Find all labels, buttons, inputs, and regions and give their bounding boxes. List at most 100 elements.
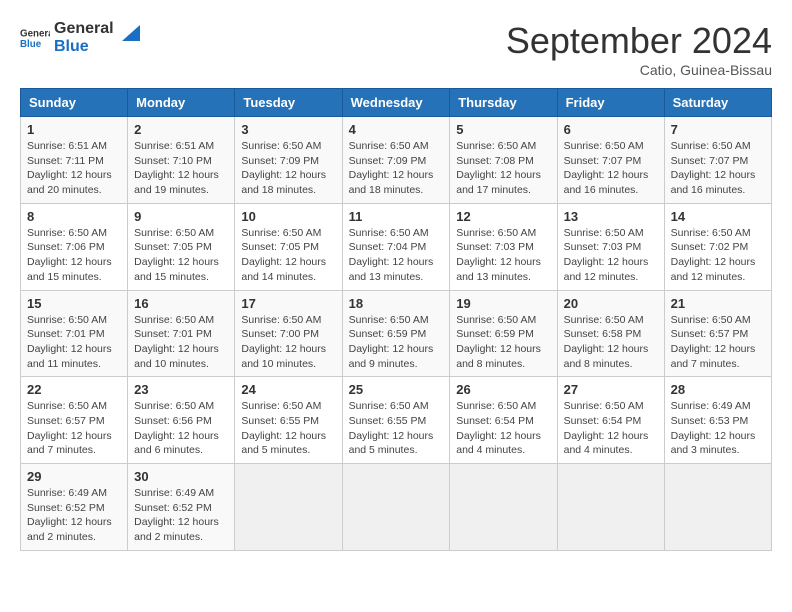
day-info: Sunrise: 6:50 AMSunset: 6:55 PMDaylight:… — [349, 399, 444, 458]
day-number: 22 — [27, 382, 121, 397]
logo-icon: General Blue — [20, 23, 50, 53]
day-info: Sunrise: 6:50 AMSunset: 6:55 PMDaylight:… — [241, 399, 335, 458]
day-number: 1 — [27, 122, 121, 137]
calendar-table: SundayMondayTuesdayWednesdayThursdayFrid… — [20, 88, 772, 551]
day-cell: 8 Sunrise: 6:50 AMSunset: 7:06 PMDaylight… — [21, 203, 128, 290]
day-cell: 29 Sunrise: 6:49 AMSunset: 6:52 PMDayligh… — [21, 464, 128, 551]
logo-arrow-icon — [120, 23, 142, 45]
week-row-1: 1 Sunrise: 6:51 AMSunset: 7:11 PMDaylight… — [21, 117, 772, 204]
header-saturday: Saturday — [664, 89, 771, 117]
day-number: 12 — [456, 209, 550, 224]
day-info: Sunrise: 6:50 AMSunset: 7:07 PMDaylight:… — [671, 139, 765, 198]
day-cell — [450, 464, 557, 551]
day-cell — [235, 464, 342, 551]
day-info: Sunrise: 6:50 AMSunset: 7:03 PMDaylight:… — [456, 226, 550, 285]
day-cell: 12 Sunrise: 6:50 AMSunset: 7:03 PMDayligh… — [450, 203, 557, 290]
day-cell: 14 Sunrise: 6:50 AMSunset: 7:02 PMDayligh… — [664, 203, 771, 290]
day-number: 28 — [671, 382, 765, 397]
day-number: 24 — [241, 382, 335, 397]
day-cell: 24 Sunrise: 6:50 AMSunset: 6:55 PMDayligh… — [235, 377, 342, 464]
day-info: Sunrise: 6:50 AMSunset: 6:54 PMDaylight:… — [564, 399, 658, 458]
day-cell: 28Sunrise: 6:49 AMSunset: 6:53 PMDayligh… — [664, 377, 771, 464]
svg-text:Blue: Blue — [20, 39, 42, 50]
calendar-header-row: SundayMondayTuesdayWednesdayThursdayFrid… — [21, 89, 772, 117]
week-row-2: 8 Sunrise: 6:50 AMSunset: 7:06 PMDaylight… — [21, 203, 772, 290]
day-cell: 16 Sunrise: 6:50 AMSunset: 7:01 PMDayligh… — [128, 290, 235, 377]
day-cell: 7 Sunrise: 6:50 AMSunset: 7:07 PMDaylight… — [664, 117, 771, 204]
day-number: 13 — [564, 209, 658, 224]
day-number: 17 — [241, 296, 335, 311]
day-number: 7 — [671, 122, 765, 137]
day-info: Sunrise: 6:50 AMSunset: 6:57 PMDaylight:… — [671, 313, 765, 372]
day-info: Sunrise: 6:50 AMSunset: 6:57 PMDaylight:… — [27, 399, 121, 458]
logo-general-text: General — [54, 20, 114, 38]
day-cell: 1 Sunrise: 6:51 AMSunset: 7:11 PMDaylight… — [21, 117, 128, 204]
day-number: 25 — [349, 382, 444, 397]
day-number: 27 — [564, 382, 658, 397]
day-info: Sunrise: 6:50 AMSunset: 6:59 PMDaylight:… — [349, 313, 444, 372]
day-info: Sunrise: 6:49 AMSunset: 6:52 PMDaylight:… — [27, 486, 121, 545]
logo-blue-text: Blue — [54, 38, 114, 56]
day-number: 2 — [134, 122, 228, 137]
day-cell: 4Sunrise: 6:50 AMSunset: 7:09 PMDaylight… — [342, 117, 450, 204]
day-number: 6 — [564, 122, 658, 137]
day-cell: 18 Sunrise: 6:50 AMSunset: 6:59 PMDayligh… — [342, 290, 450, 377]
day-cell — [557, 464, 664, 551]
header-tuesday: Tuesday — [235, 89, 342, 117]
day-cell: 3 Sunrise: 6:50 AMSunset: 7:09 PMDaylight… — [235, 117, 342, 204]
day-cell: 9 Sunrise: 6:50 AMSunset: 7:05 PMDaylight… — [128, 203, 235, 290]
day-info: Sunrise: 6:50 AMSunset: 6:54 PMDaylight:… — [456, 399, 550, 458]
day-info: Sunrise: 6:50 AMSunset: 7:05 PMDaylight:… — [134, 226, 228, 285]
day-info: Sunrise: 6:50 AMSunset: 7:01 PMDaylight:… — [27, 313, 121, 372]
day-info: Sunrise: 6:50 AMSunset: 7:08 PMDaylight:… — [456, 139, 550, 198]
day-number: 3 — [241, 122, 335, 137]
svg-text:General: General — [20, 28, 50, 39]
title-block: September 2024 Catio, Guinea-Bissau — [506, 20, 772, 78]
page-header: General Blue General Blue September 2024… — [20, 20, 772, 78]
day-cell: 30Sunrise: 6:49 AMSunset: 6:52 PMDayligh… — [128, 464, 235, 551]
day-info: Sunrise: 6:50 AMSunset: 7:04 PMDaylight:… — [349, 226, 444, 285]
day-cell: 6 Sunrise: 6:50 AMSunset: 7:07 PMDaylight… — [557, 117, 664, 204]
day-number: 16 — [134, 296, 228, 311]
day-number: 29 — [27, 469, 121, 484]
day-cell: 23Sunrise: 6:50 AMSunset: 6:56 PMDayligh… — [128, 377, 235, 464]
day-cell: 27 Sunrise: 6:50 AMSunset: 6:54 PMDayligh… — [557, 377, 664, 464]
day-info: Sunrise: 6:50 AMSunset: 7:06 PMDaylight:… — [27, 226, 121, 285]
day-number: 15 — [27, 296, 121, 311]
day-cell: 26Sunrise: 6:50 AMSunset: 6:54 PMDayligh… — [450, 377, 557, 464]
day-cell: 22 Sunrise: 6:50 AMSunset: 6:57 PMDayligh… — [21, 377, 128, 464]
day-number: 5 — [456, 122, 550, 137]
week-row-3: 15 Sunrise: 6:50 AMSunset: 7:01 PMDayligh… — [21, 290, 772, 377]
day-cell: 11Sunrise: 6:50 AMSunset: 7:04 PMDayligh… — [342, 203, 450, 290]
day-number: 21 — [671, 296, 765, 311]
week-row-4: 22 Sunrise: 6:50 AMSunset: 6:57 PMDayligh… — [21, 377, 772, 464]
day-number: 18 — [349, 296, 444, 311]
day-cell: 17Sunrise: 6:50 AMSunset: 7:00 PMDayligh… — [235, 290, 342, 377]
day-info: Sunrise: 6:50 AMSunset: 7:01 PMDaylight:… — [134, 313, 228, 372]
day-cell: 21 Sunrise: 6:50 AMSunset: 6:57 PMDayligh… — [664, 290, 771, 377]
day-info: Sunrise: 6:50 AMSunset: 6:59 PMDaylight:… — [456, 313, 550, 372]
header-wednesday: Wednesday — [342, 89, 450, 117]
day-info: Sunrise: 6:50 AMSunset: 7:05 PMDaylight:… — [241, 226, 335, 285]
day-number: 10 — [241, 209, 335, 224]
header-sunday: Sunday — [21, 89, 128, 117]
location-label: Catio, Guinea-Bissau — [506, 62, 772, 78]
day-number: 23 — [134, 382, 228, 397]
day-info: Sunrise: 6:50 AMSunset: 7:07 PMDaylight:… — [564, 139, 658, 198]
day-cell: 5 Sunrise: 6:50 AMSunset: 7:08 PMDaylight… — [450, 117, 557, 204]
day-number: 9 — [134, 209, 228, 224]
day-info: Sunrise: 6:50 AMSunset: 7:09 PMDaylight:… — [241, 139, 335, 198]
week-row-5: 29 Sunrise: 6:49 AMSunset: 6:52 PMDayligh… — [21, 464, 772, 551]
day-info: Sunrise: 6:51 AMSunset: 7:11 PMDaylight:… — [27, 139, 121, 198]
day-number: 4 — [349, 122, 444, 137]
day-info: Sunrise: 6:50 AMSunset: 7:02 PMDaylight:… — [671, 226, 765, 285]
day-number: 19 — [456, 296, 550, 311]
day-cell: 10 Sunrise: 6:50 AMSunset: 7:05 PMDayligh… — [235, 203, 342, 290]
day-cell: 20Sunrise: 6:50 AMSunset: 6:58 PMDayligh… — [557, 290, 664, 377]
header-monday: Monday — [128, 89, 235, 117]
day-number: 8 — [27, 209, 121, 224]
header-thursday: Thursday — [450, 89, 557, 117]
day-cell: 25 Sunrise: 6:50 AMSunset: 6:55 PMDayligh… — [342, 377, 450, 464]
day-cell: 2Sunrise: 6:51 AMSunset: 7:10 PMDaylight… — [128, 117, 235, 204]
day-number: 14 — [671, 209, 765, 224]
